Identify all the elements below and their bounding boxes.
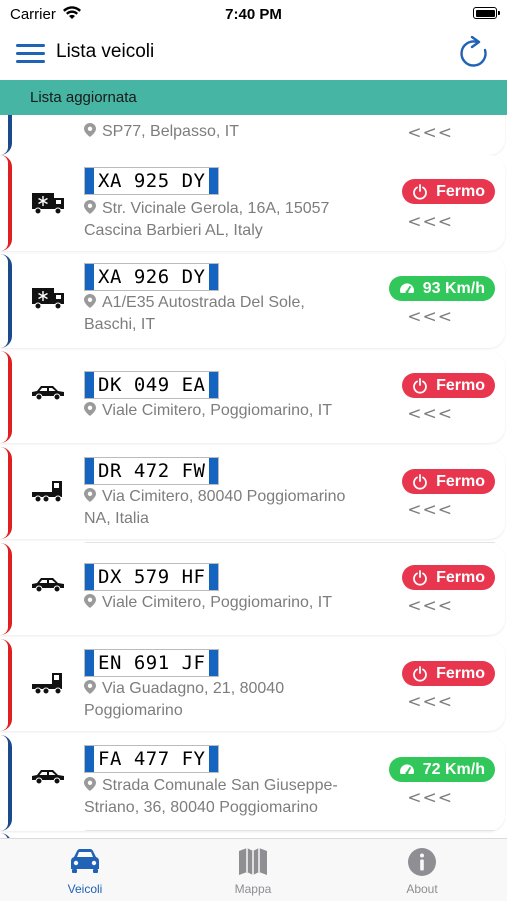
license-plate: DK 049 EA [84, 371, 220, 399]
license-plate: XA 925 DY [84, 167, 220, 195]
menu-icon[interactable] [16, 42, 46, 64]
vehicle-card[interactable]: DK 049 EA Viale Cimitero, Poggiomarino, … [0, 351, 505, 443]
map-icon [239, 848, 267, 875]
vehicle-address: A1/E35 Autostrada Del Sole, Baschi, IT [84, 294, 305, 333]
tractor-truck-icon [32, 673, 62, 695]
power-icon [413, 665, 427, 682]
tab-label: Veicoli [67, 882, 103, 896]
location-pin-icon [84, 200, 96, 214]
power-icon [413, 183, 427, 200]
car-icon [71, 849, 99, 873]
refrigerated-truck-icon [32, 288, 64, 310]
car-icon [32, 578, 64, 593]
vehicle-address: Via Guadagno, 21, 80040 Poggiomarino [84, 680, 285, 719]
vehicle-card[interactable]: XA 926 DY A1/E35 Autostrada Del Sole, Bas… [0, 254, 505, 348]
vehicle-address: Viale Cimitero, Poggiomarino, IT [84, 592, 384, 614]
refresh-icon[interactable] [457, 36, 491, 70]
card-accent [0, 351, 12, 443]
car-icon [32, 770, 64, 785]
location-pin-icon [84, 294, 96, 308]
status-badge: Fermo [402, 661, 495, 686]
expand-chevron[interactable]: <<< [407, 307, 453, 327]
speedometer-icon [399, 282, 414, 293]
vehicle-card-partial[interactable]: SP77, Belpasso, IT <<< [0, 115, 505, 155]
status-badge: Fermo [402, 469, 495, 494]
expand-chevron[interactable]: <<< [407, 404, 453, 424]
expand-chevron[interactable]: <<< [407, 692, 453, 712]
update-banner: Lista aggiornata [0, 80, 507, 115]
battery-icon [473, 7, 500, 19]
banner-text: Lista aggiornata [30, 89, 137, 106]
tab-mappa[interactable]: Mappa [193, 839, 313, 901]
vehicle-card[interactable]: XA 925 DY Str. Vicinale Gerola, 16A, 150… [0, 155, 505, 251]
location-pin-icon [84, 777, 96, 791]
card-accent [0, 254, 12, 348]
tab-veicoli[interactable]: Veicoli [25, 839, 145, 901]
refrigerated-truck-icon [32, 193, 64, 215]
status-badge: Fermo [402, 373, 495, 398]
tab-label: Mappa [234, 882, 272, 896]
tab-label: About [406, 882, 438, 896]
clock: 7:40 PM [225, 6, 282, 23]
status-badge: Fermo [402, 565, 495, 590]
vehicle-card[interactable]: DX 579 HF Viale Cimitero, Poggiomarino, … [0, 543, 505, 635]
power-icon [413, 569, 427, 586]
location-pin-icon [84, 488, 96, 502]
location-pin-icon [84, 402, 96, 416]
vehicle-address: Str. Vicinale Gerola, 16A, 15057 Cascina … [84, 200, 330, 239]
vehicle-card[interactable]: EN 691 JF Via Guadagno, 21, 80040 Poggiom… [0, 639, 505, 731]
expand-chevron[interactable]: <<< [407, 596, 453, 616]
license-plate: DR 472 FW [84, 457, 220, 485]
expand-chevron[interactable]: <<< [407, 788, 453, 808]
status-badge: 93 Km/h [388, 276, 495, 301]
tractor-truck-icon [32, 481, 62, 503]
license-plate: EN 691 JF [84, 649, 220, 677]
card-accent [0, 155, 12, 251]
location-pin-icon [84, 594, 96, 608]
vehicle-list[interactable]: SP77, Belpasso, IT <<< XA 925 DY Str. Vi… [0, 115, 507, 838]
expand-chevron[interactable]: <<< [407, 500, 453, 520]
vehicle-address: Via Cimitero, 80040 Poggiomarino NA, Ital… [84, 488, 346, 527]
tab-about[interactable]: About [362, 839, 482, 901]
license-plate: XA 926 DY [84, 263, 220, 291]
location-pin-icon [84, 123, 96, 137]
vehicle-card[interactable]: FA 477 FY Strada Comunale San Giuseppe- S… [0, 735, 505, 831]
power-icon [413, 377, 427, 394]
status-badge: Fermo [402, 179, 495, 204]
tab-bar: Veicoli Mappa About [0, 838, 507, 901]
status-bar: Carrier 7:40 PM [0, 0, 507, 28]
info-icon [408, 848, 436, 876]
card-accent [0, 639, 12, 731]
expand-chevron[interactable]: <<< [407, 123, 453, 143]
divider [85, 830, 495, 831]
vehicle-address: SP77, Belpasso, IT [84, 121, 384, 143]
card-accent [0, 447, 12, 539]
card-accent [0, 543, 12, 635]
card-accent [0, 115, 12, 155]
card-accent [0, 735, 12, 831]
speedometer-icon [399, 763, 414, 774]
vehicle-address: Strada Comunale San Giuseppe- Striano, 36… [84, 777, 338, 816]
car-icon [32, 386, 64, 401]
power-icon [413, 473, 427, 490]
location-pin-icon [84, 680, 96, 694]
page-title: Lista veicoli [56, 41, 155, 62]
navigation-bar: Lista veicoli [0, 28, 507, 80]
status-badge: 72 Km/h [388, 757, 495, 782]
license-plate: FA 477 FY [84, 745, 220, 773]
license-plate: DX 579 HF [84, 563, 220, 591]
vehicle-card[interactable]: DR 472 FW Via Cimitero, 80040 Poggiomari… [0, 447, 505, 543]
expand-chevron[interactable]: <<< [407, 212, 453, 232]
vehicle-address: Viale Cimitero, Poggiomarino, IT [84, 400, 384, 422]
